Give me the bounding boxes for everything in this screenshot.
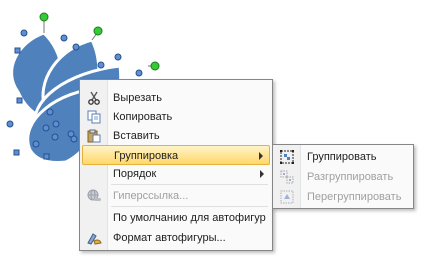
menu-item-paste[interactable]: Вставить (82, 126, 270, 146)
menu-item-label: Группировка (114, 150, 179, 162)
menu-item-set-default-autoshape[interactable]: По умолчанию для автофигур (82, 208, 270, 228)
menu-item-label: Вырезать (113, 92, 162, 104)
menu-item-label: Порядок (113, 168, 157, 180)
copy-icon (86, 109, 102, 125)
menu-item-hyperlink: Гиперссылка... (82, 186, 270, 206)
ungroup-icon (279, 169, 295, 185)
menu-item-copy[interactable]: Копировать (82, 107, 270, 127)
menu-item-label: Гиперссылка... (113, 190, 189, 202)
menu-item-ungroup: Разгруппировать (275, 167, 411, 187)
menu-item-cut[interactable]: Вырезать (82, 88, 270, 108)
regroup-icon (279, 189, 295, 205)
menu-item-grouping[interactable]: Группировка (82, 145, 270, 165)
format-shape-icon (86, 230, 102, 246)
menu-item-label: Разгруппировать (307, 171, 394, 183)
menu-item-group[interactable]: Группировать (275, 147, 411, 167)
rotation-handle-2 (93, 26, 103, 36)
menu-item-label: Вставить (113, 130, 160, 142)
context-menu: Вырезать Копировать Вставить Группировка (79, 79, 273, 251)
grouping-submenu: Группировать Разгруппировать Перегруппир… (272, 144, 414, 209)
hyperlink-icon (86, 188, 102, 204)
menu-item-regroup: Перегруппировать (275, 187, 411, 207)
menu-item-label: Группировать (307, 151, 377, 163)
paste-icon (86, 128, 102, 144)
menu-item-order[interactable]: Порядок (82, 164, 270, 184)
rotation-handle-3 (150, 61, 160, 71)
menu-item-format-autoshape[interactable]: Формат автофигуры... (82, 228, 270, 248)
submenu-arrow-icon (260, 170, 264, 178)
menu-separator (111, 206, 268, 207)
group-icon (279, 149, 295, 165)
menu-item-label: Формат автофигуры... (113, 232, 226, 244)
menu-item-label: Перегруппировать (307, 191, 402, 203)
menu-separator (111, 184, 268, 185)
submenu-arrow-icon (259, 152, 263, 160)
scissors-icon (86, 90, 102, 106)
menu-item-label: По умолчанию для автофигур (113, 212, 266, 224)
rotation-handle-1 (39, 12, 49, 22)
menu-item-label: Копировать (113, 111, 173, 123)
